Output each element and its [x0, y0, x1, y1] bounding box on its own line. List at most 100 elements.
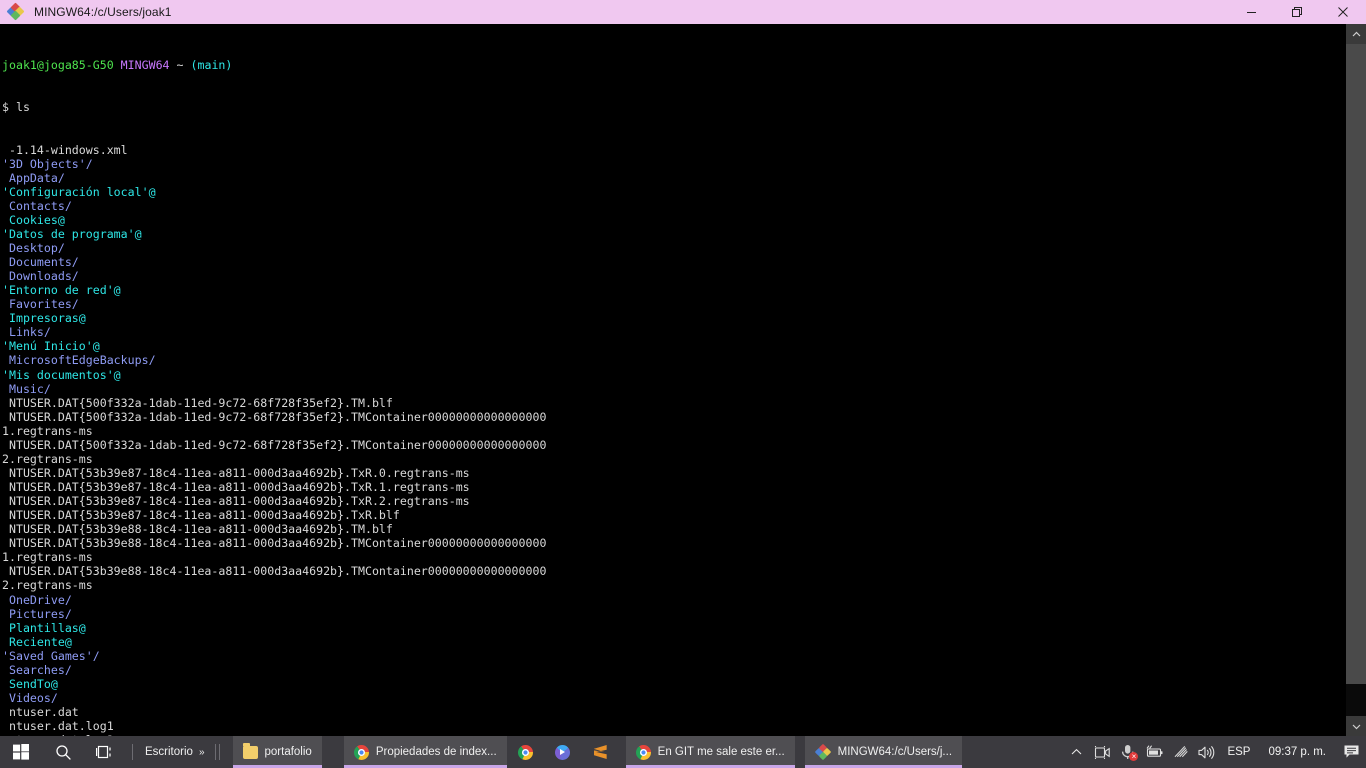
ls-entry: AppData/ — [2, 170, 65, 185]
ls-output: -1.14-windows.xml '3D Objects'/ AppData/ '… — [2, 143, 1346, 737]
taskbar-icon-chrome[interactable] — [507, 736, 544, 768]
ls-entry: NTUSER.DAT{53b39e87-18c4-11ea-a811-000d3… — [2, 494, 470, 509]
taskbar-window-label: Propiedades de index... — [375, 746, 497, 758]
ls-entry: ntuser.dat — [2, 705, 79, 719]
scroll-up-arrow-icon[interactable] — [1346, 24, 1366, 44]
windows-taskbar[interactable]: Escritorio » portafolio Propiedades de i… — [0, 736, 1366, 768]
prompt-space3 — [184, 58, 191, 72]
terminal-scrollbar[interactable] — [1346, 24, 1366, 736]
show-hidden-icons-button[interactable] — [1063, 736, 1089, 768]
ls-entry: NTUSER.DAT{500f332a-1dab-11ed-9c72-68f72… — [2, 395, 393, 410]
notification-center-button[interactable] — [1336, 736, 1366, 768]
git-bash-icon — [814, 743, 831, 761]
taskbar-icon-sublime-text[interactable] — [581, 736, 620, 768]
ls-entry: Pictures/ — [2, 606, 72, 621]
clock[interactable]: 09:37 p. m. — [1258, 736, 1336, 768]
ls-entry: Favorites/ — [2, 297, 79, 312]
chrome-icon — [635, 744, 651, 760]
prompt-user-host: joak1@joga85-G50 — [2, 58, 114, 73]
desktop-toolbar[interactable]: Escritorio » — [139, 736, 209, 768]
chevron-up-icon — [1071, 748, 1082, 755]
volume-button[interactable] — [1193, 736, 1219, 768]
ls-entry: Plantillas@ — [2, 620, 86, 635]
media-player-icon — [554, 744, 570, 760]
ls-entry: Desktop/ — [2, 240, 65, 255]
restore-button[interactable] — [1274, 0, 1320, 24]
ls-entry: '3D Objects'/ — [2, 156, 93, 171]
camera-icon — [1094, 745, 1110, 759]
taskbar-icon-media-player[interactable] — [544, 736, 581, 768]
ls-entry: 'Datos de programa'@ — [2, 226, 142, 241]
task-view-icon — [96, 745, 111, 759]
ls-entry: NTUSER.DAT{53b39e87-18c4-11ea-a811-000d3… — [2, 480, 470, 494]
windows-start-icon — [13, 744, 29, 760]
ls-entry: Videos/ — [2, 690, 58, 705]
chrome-icon — [353, 744, 369, 760]
chevron-double-right-icon[interactable]: » — [199, 747, 205, 758]
ls-entry: Cookies@ — [2, 212, 65, 227]
ls-entry: NTUSER.DAT{53b39e88-18c4-11ea-a811-000d3… — [2, 564, 547, 579]
close-button[interactable] — [1320, 0, 1366, 24]
taskbar-window-portafolio[interactable]: portafolio — [232, 736, 322, 768]
camera-button[interactable] — [1089, 736, 1115, 768]
prompt-path: ~ — [176, 58, 184, 73]
system-tray[interactable]: ESP 09:37 p. m. — [1063, 736, 1366, 768]
folder-icon — [242, 742, 258, 759]
volume-icon — [1198, 745, 1215, 759]
language-indicator[interactable]: ESP — [1219, 746, 1258, 758]
chrome-icon — [517, 744, 533, 760]
taskbar-window-label: MINGW64:/c/Users/j... — [837, 746, 953, 758]
ls-entry: ntuser.dat.log1 — [2, 719, 114, 734]
terminal-output-area[interactable]: joak1@joga85-G50 MINGW64 ~ (main) $ ls -… — [0, 24, 1346, 736]
prompt-shell: MINGW64 — [120, 58, 170, 73]
ls-entry: SendTo@ — [2, 676, 58, 691]
ls-entry: Documents/ — [2, 255, 79, 269]
task-view-button[interactable] — [84, 736, 126, 768]
ls-entry: -1.14-windows.xml — [2, 142, 128, 157]
taskbar-window-mingw64[interactable]: MINGW64:/c/Users/j... — [804, 736, 963, 768]
taskbar-divider-2 — [214, 744, 222, 760]
wifi-icon — [1174, 746, 1188, 758]
scrollbar-track[interactable] — [1346, 44, 1366, 716]
prompt-space1 — [114, 58, 121, 72]
window-title-bar[interactable]: MINGW64:/c/Users/joak1 — [0, 0, 1366, 24]
ls-entry: NTUSER.DAT{53b39e87-18c4-11ea-a811-000d3… — [2, 465, 470, 480]
wifi-button[interactable] — [1167, 736, 1193, 768]
ls-entry: Contacts/ — [2, 198, 72, 213]
ls-entry: NTUSER.DAT{500f332a-1dab-11ed-9c72-68f72… — [2, 437, 547, 452]
sublime-text-icon — [593, 745, 607, 759]
taskbar-window-propiedades[interactable]: Propiedades de index... — [343, 736, 507, 768]
ls-entry: 'Saved Games'/ — [2, 648, 100, 663]
microphone-muted-button[interactable] — [1115, 736, 1141, 768]
ls-entry: 'Menú Inicio'@ — [2, 339, 100, 354]
ls-entry: NTUSER.DAT{53b39e87-18c4-11ea-a811-000d3… — [2, 508, 400, 523]
ls-entry: Impresoras@ — [2, 311, 86, 326]
notification-center-icon — [1344, 745, 1358, 758]
command-line: $ ls — [2, 100, 30, 115]
ls-entry: NTUSER.DAT{500f332a-1dab-11ed-9c72-68f72… — [2, 409, 547, 424]
ls-entry: 1.regtrans-ms — [2, 550, 93, 565]
scroll-down-arrow-icon[interactable] — [1346, 716, 1366, 736]
scrollbar-thumb[interactable] — [1346, 44, 1366, 684]
search-button[interactable] — [42, 736, 84, 768]
ls-entry: MicrosoftEdgeBackups/ — [2, 353, 156, 368]
start-button[interactable] — [0, 736, 42, 768]
battery-icon — [1146, 745, 1163, 757]
taskbar-divider-1 — [132, 744, 133, 760]
ls-entry: OneDrive/ — [2, 592, 72, 607]
terminal-text: joak1@joga85-G50 MINGW64 ~ (main) $ ls -… — [0, 30, 1346, 736]
ls-entry: NTUSER.DAT{53b39e88-18c4-11ea-a811-000d3… — [2, 522, 393, 537]
microphone-muted-icon — [1119, 743, 1139, 761]
battery-button[interactable] — [1141, 736, 1167, 768]
ls-entry: 'Mis documentos'@ — [2, 367, 121, 382]
search-icon — [55, 744, 71, 760]
prompt-space2 — [170, 58, 177, 72]
prompt-line: joak1@joga85-G50 MINGW64 ~ (main) — [2, 58, 1346, 72]
minimize-button[interactable] — [1228, 0, 1274, 24]
taskbar-window-label: portafolio — [264, 746, 312, 758]
desktop-toolbar-label: Escritorio — [145, 746, 193, 758]
taskbar-window-en-git[interactable]: En GIT me sale este er... — [625, 736, 795, 768]
ls-entry: 1.regtrans-ms — [2, 423, 93, 438]
ls-entry: 'Entorno de red'@ — [2, 283, 121, 298]
ls-entry: Music/ — [2, 381, 51, 396]
